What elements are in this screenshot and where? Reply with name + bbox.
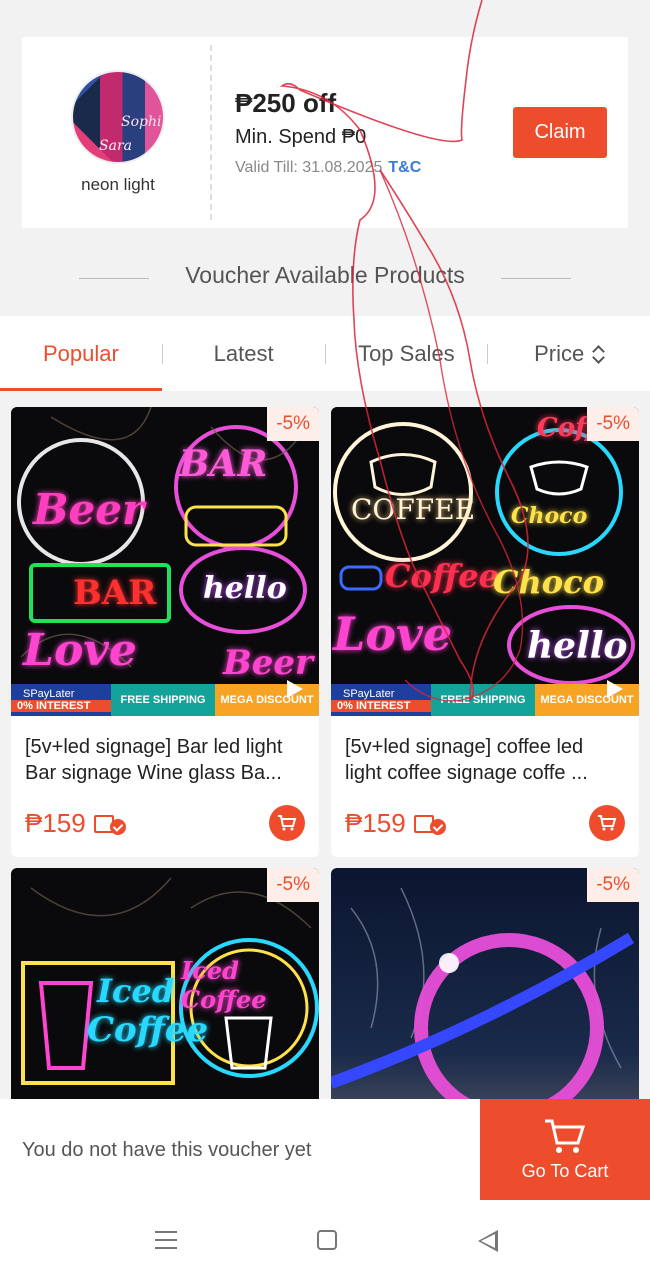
price-value: ₱159 [25, 808, 86, 838]
sort-chevron-icon [592, 345, 604, 363]
promo-banner: SPayLater 0% INTEREST FREE SHIPPING MEGA … [331, 684, 639, 716]
spaylater-label: SPayLater [343, 688, 395, 700]
recent-apps-icon[interactable] [155, 1231, 177, 1249]
home-icon[interactable] [317, 1230, 337, 1250]
voucher-status-text: You do not have this voucher yet [22, 1139, 312, 1161]
neon-text: hello [203, 571, 287, 606]
product-price: ₱159 [345, 808, 448, 839]
product-image[interactable]: Beer BAR BAR hello Love Beer -5% SPayLat… [11, 407, 319, 716]
neon-text: Choco [493, 563, 604, 601]
cart-icon [545, 1119, 586, 1153]
neon-text: Iced Coffee [181, 956, 267, 1014]
neon-text: BAR [179, 443, 268, 485]
neon-text: Coffee [87, 1010, 209, 1050]
sort-tabs: Popular Latest Top Sales Price [0, 316, 650, 391]
add-to-cart-button[interactable] [269, 805, 305, 841]
go-to-cart-button[interactable]: Go To Cart [480, 1099, 650, 1200]
discount-badge: -5% [267, 407, 319, 441]
neon-text: hello [527, 625, 628, 667]
neon-text: Iced [97, 972, 175, 1010]
product-card[interactable]: Beer BAR BAR hello Love Beer -5% SPayLat… [11, 407, 319, 857]
neon-text: Beer [33, 485, 145, 534]
discount-badge: -5% [587, 868, 639, 902]
neon-text: COFFEE [351, 493, 476, 526]
spaylater-badge: SPayLater 0% INTEREST [11, 684, 111, 716]
tab-label: Latest [213, 340, 274, 366]
planet-neon-art [331, 887, 635, 1108]
tab-label: Popular [42, 340, 119, 366]
voucher-eligible-icon [93, 813, 128, 835]
neon-text: Choco [511, 503, 588, 529]
voucher-divider [210, 45, 212, 220]
product-card[interactable]: Iced Coffee Iced Coffee -5% [11, 868, 319, 1108]
back-icon[interactable] [478, 1230, 498, 1252]
product-card[interactable]: -5% [331, 868, 639, 1108]
product-name-line: Bar signage Wine glass Ba... [25, 762, 282, 784]
product-name-line: [5v+led signage] coffee led [345, 736, 584, 758]
spaylater-label: SPayLater [23, 688, 75, 700]
free-shipping-badge: FREE SHIPPING [431, 684, 535, 716]
voucher-validity: Valid Till: 31.08.2025 T&C [235, 159, 421, 177]
product-card[interactable]: COFFEE Coffee Choco Coffee Choco Love he… [331, 407, 639, 857]
add-to-cart-button[interactable] [589, 805, 625, 841]
price-value: ₱159 [345, 808, 406, 838]
interest-label: 0% INTEREST [11, 700, 111, 712]
mega-discount-badge: MEGA DISCOUNT [535, 684, 639, 716]
neon-text: Coffee [385, 557, 499, 595]
section-title: Voucher Available Products [185, 262, 465, 288]
go-to-cart-label: Go To Cart [521, 1161, 609, 1181]
play-icon[interactable] [607, 680, 623, 698]
system-nav-bar [0, 1200, 650, 1280]
product-name-line: [5v+led signage] Bar led light [25, 736, 283, 758]
free-shipping-badge: FREE SHIPPING [111, 684, 215, 716]
voucher-eligible-icon [413, 813, 448, 835]
voucher-card: Sophi Sara neon light ₱250 off Min. Spen… [16, 37, 628, 228]
product-name: [5v+led signage] Bar led light Bar signa… [11, 716, 319, 790]
neon-text: Love [23, 625, 137, 676]
bottom-action-bar: You do not have this voucher yet Go To C… [0, 1099, 650, 1200]
product-price: ₱159 [25, 808, 128, 839]
mega-discount-badge: MEGA DISCOUNT [215, 684, 319, 716]
tab-label: Price [534, 340, 585, 366]
tc-link[interactable]: T&C [388, 159, 421, 176]
cart-icon [598, 815, 617, 831]
neon-text: Beer [223, 643, 313, 683]
play-icon[interactable] [287, 680, 303, 698]
interest-label: 0% INTEREST [331, 700, 431, 712]
valid-till-text: Valid Till: 31.08.2025 [235, 159, 383, 176]
tab-label: Top Sales [358, 340, 455, 366]
product-image[interactable]: COFFEE Coffee Choco Coffee Choco Love he… [331, 407, 639, 716]
shop-avatar[interactable]: Sophi Sara [71, 70, 165, 164]
voucher-edge [16, 37, 28, 228]
claim-button[interactable]: Claim [513, 107, 607, 158]
product-name: [5v+led signage] coffee led light coffee… [331, 716, 639, 790]
tab-top-sales[interactable]: Top Sales [326, 316, 488, 391]
cart-icon [278, 815, 297, 831]
product-name-line: light coffee signage coffe ... [345, 762, 588, 784]
neon-text: Love [333, 607, 453, 661]
discount-badge: -5% [267, 868, 319, 902]
shop-name: neon light [81, 175, 155, 194]
promo-banner: SPayLater 0% INTEREST FREE SHIPPING MEGA … [11, 684, 319, 716]
section-line-right [501, 278, 571, 279]
tab-popular[interactable]: Popular [0, 316, 162, 391]
discount-badge: -5% [587, 407, 639, 441]
voucher-amount: ₱250 off [235, 88, 337, 118]
voucher-min-spend: Min. Spend ₱0 [235, 126, 367, 148]
neon-text: BAR [73, 573, 157, 613]
product-image[interactable]: Iced Coffee Iced Coffee -5% [11, 868, 319, 1108]
product-image[interactable]: -5% [331, 868, 639, 1108]
spaylater-badge: SPayLater 0% INTEREST [331, 684, 431, 716]
tab-latest[interactable]: Latest [163, 316, 325, 391]
tab-price[interactable]: Price [488, 316, 650, 391]
